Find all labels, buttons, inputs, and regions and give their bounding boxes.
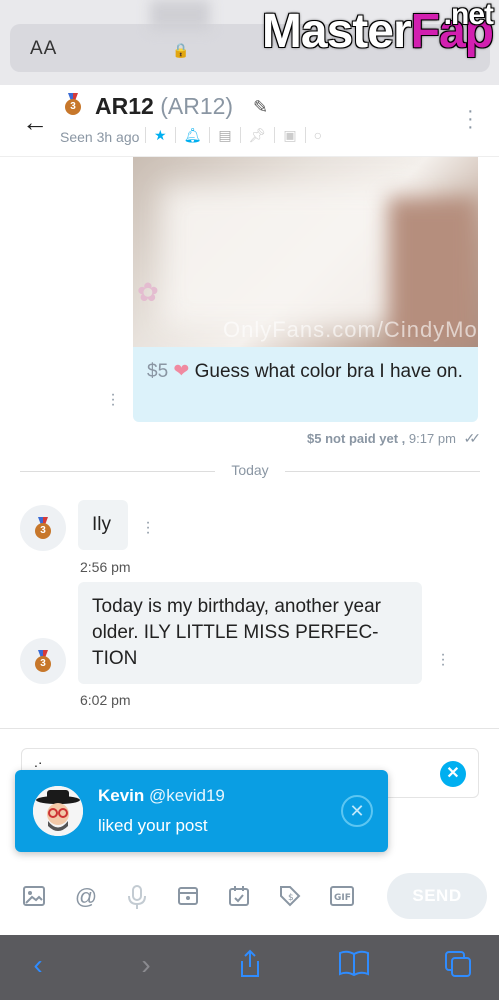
media-status: $5 not paid yet , [307,431,406,446]
notification-user-handle: @kevid19 [149,786,225,805]
media-caption: Guess what color bra I have on. [194,361,463,382]
redaction-blur [150,0,210,30]
lock-icon: 🔒 [172,42,190,58]
media-price: $5 [147,361,169,382]
microphone-icon[interactable] [124,884,150,910]
message-time: 2:56 pm [80,559,131,575]
flower-decoration-icon: ✿ [137,277,159,307]
clear-input-icon[interactable]: ✕ [440,761,466,787]
back-icon[interactable]: ‹ [18,949,58,981]
media-watermark: OnlyFans.com/CindyMoon7 [223,317,478,342]
avatar[interactable]: 3 [20,505,66,551]
notification-toast[interactable]: Kevin @kevid19 liked your post ✕ [15,770,388,852]
media-icon[interactable]: ▣ [274,127,304,143]
notification-user-name: Kevin [98,786,145,805]
star-icon[interactable]: ★ [145,127,175,143]
image-icon[interactable] [21,884,47,910]
message-text: Today is my birthday, another year older… [92,596,382,669]
notification-avatar [33,786,83,836]
media-time: 9:17 pm [408,431,456,446]
close-icon[interactable]: ✕ [341,795,373,827]
contact-username: (AR12) [160,93,234,119]
media-meta: $5 not paid yet , 9:17 pm ✓✓ [307,430,482,447]
reader-text-size-button[interactable]: AA [30,38,57,60]
divider [0,728,499,729]
search-icon[interactable]: ○ [304,127,330,143]
avatar[interactable]: 3 [20,638,66,684]
medal-icon: 3 [34,517,52,539]
chat-header: ← 3 AR12 (AR12) ✎ Seen 3h ago ★ 🔔︎ ▤ 📌︎ … [0,85,499,157]
header-actions: ★ 🔔︎ ▤ 📌︎ ▣ ○ [145,127,330,143]
message-options-icon[interactable]: · · · [145,515,151,541]
tabs-icon[interactable] [438,949,478,986]
message-options-icon[interactable]: · · · [110,387,116,413]
message-bubble: Ily [78,500,128,550]
notification-user: Kevin @kevid19 [98,786,225,806]
watermark-main: Master [261,5,412,58]
forward-icon[interactable]: › [126,949,166,981]
bell-icon[interactable]: 🔔︎ [174,127,210,143]
media-caption-bubble: $5 ❤ Guess what color bra I have on. [133,347,478,422]
pencil-icon[interactable]: ✎ [253,97,268,118]
day-separator: Today [20,462,480,480]
gif-icon[interactable]: GIF [329,884,355,910]
media-preview[interactable]: ✿ OnlyFans.com/CindyMoon7 [133,157,478,347]
bookmarks-icon[interactable] [334,949,374,984]
heart-icon: ❤ [173,361,190,382]
note-icon[interactable]: ▤ [209,127,239,143]
message-input-value: .· [34,754,43,770]
svg-text:GIF: GIF [334,893,351,903]
contact-name[interactable]: AR12 (AR12) [95,93,233,120]
vault-icon[interactable] [175,884,201,910]
message-options-icon[interactable]: · · · [440,647,446,673]
browser-top-bar: AA 🔒 MasterFap .net [0,0,499,85]
medal-rank: 3 [65,99,81,115]
more-options-icon[interactable]: · · · [467,101,474,137]
contact-display-name: AR12 [95,93,154,119]
double-check-icon: ✓✓ [463,430,482,446]
last-seen: Seen 3h ago [60,129,140,145]
price-tag-icon[interactable]: $ [277,884,303,910]
day-separator-label: Today [231,462,269,478]
calendar-check-icon[interactable] [226,884,252,910]
browser-bottom-bar: ‹ › [0,935,499,1000]
medal-icon: 3 [34,650,52,672]
message-text: Ily [92,514,111,535]
pin-icon[interactable]: 📌︎ [239,127,275,143]
svg-text:$: $ [288,893,294,903]
watermark-logo: MasterFap .net [261,0,494,59]
send-button[interactable]: SEND [387,873,487,919]
share-icon[interactable] [230,949,270,986]
watermark-tld: .net [443,0,494,31]
notification-action: liked your post [98,816,208,835]
back-arrow-icon[interactable]: ← [22,107,48,138]
message-time: 6:02 pm [80,692,131,708]
message-bubble: Today is my birthday, another year older… [78,582,422,684]
medal-icon: 3 [64,93,82,115]
mention-icon[interactable]: @ [73,884,99,910]
